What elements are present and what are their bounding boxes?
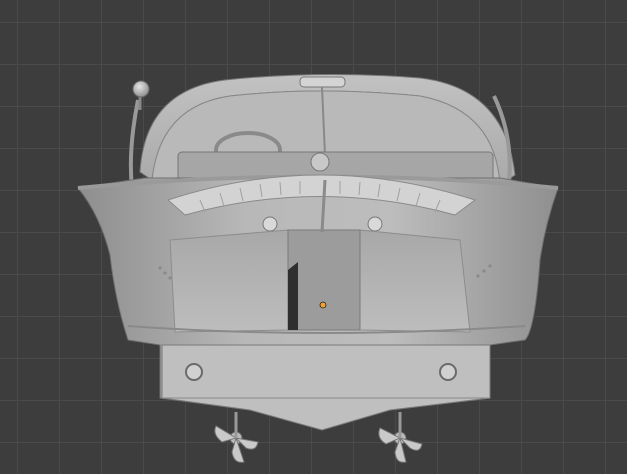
propeller-left-icon <box>214 412 259 463</box>
boat-model[interactable] <box>0 0 627 474</box>
windshield-frame-left <box>128 99 140 189</box>
object-origin-icon <box>319 301 327 309</box>
propeller-right-icon <box>378 412 423 463</box>
gauge-left-icon <box>262 216 278 232</box>
porthole-left-icon <box>185 363 203 381</box>
center-hatch-shadow <box>288 262 298 330</box>
deck-right-panel <box>359 229 471 333</box>
gauge-right-icon <box>367 216 383 232</box>
mast-light-icon <box>132 80 150 98</box>
rearview-mirror <box>299 76 346 88</box>
deck-left-panel <box>169 229 289 333</box>
bow-plate <box>161 344 491 431</box>
center-hatch[interactable] <box>287 229 361 331</box>
3d-viewport[interactable] <box>0 0 627 474</box>
dash-gauge-center <box>310 152 330 172</box>
porthole-right-icon <box>439 363 457 381</box>
